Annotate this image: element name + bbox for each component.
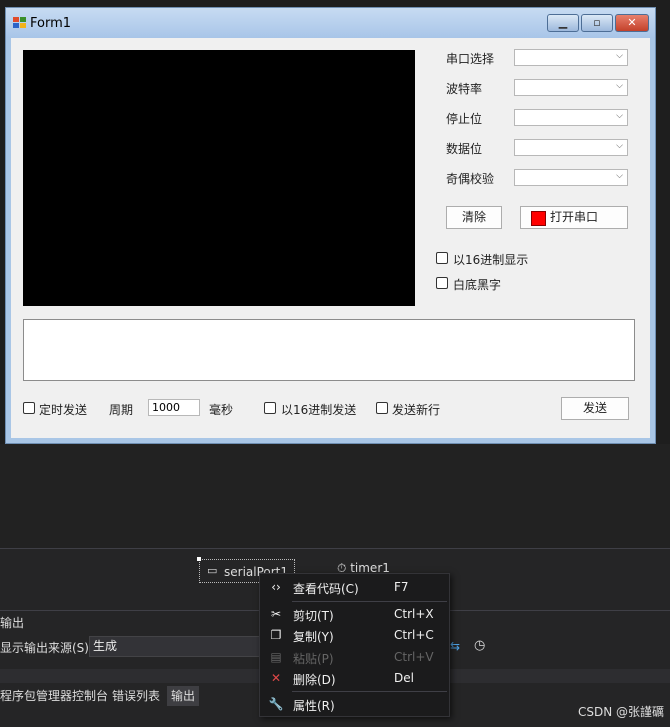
tab-output[interactable]: 输出: [167, 686, 200, 706]
open-port-button[interactable]: 打开串口: [520, 206, 628, 229]
send-textbox[interactable]: [23, 319, 635, 381]
serial-port-icon: ▭: [207, 564, 218, 577]
form-client-area: 串口选择 ⌵ 波特率 ⌵ 停止位 ⌵ 数据位 ⌵ 奇偶校验 ⌵ 清除 打开串口 …: [11, 38, 650, 438]
menu-separator: [292, 601, 447, 602]
menu-item-cut[interactable]: ✂ 剪切(T) Ctrl+X: [260, 604, 449, 625]
menu-item-properties[interactable]: 🔧 属性(R): [260, 694, 449, 715]
period-label: 周期: [109, 403, 134, 417]
close-button[interactable]: ✕: [615, 14, 649, 32]
menu-item-label: 复制(Y): [293, 630, 334, 644]
baud-rate-label: 波特率: [446, 82, 483, 96]
stop-bits-label: 停止位: [446, 112, 483, 126]
menu-item-shortcut: Ctrl+X: [394, 607, 434, 621]
parity-combo[interactable]: ⌵: [514, 169, 628, 186]
port-status-indicator: [531, 211, 546, 226]
white-bg-label: 白底黑字: [453, 278, 502, 292]
port-select-label: 串口选择: [446, 52, 495, 66]
menu-item-label: 查看代码(C): [293, 582, 359, 596]
delete-icon: ✕: [270, 671, 282, 685]
clock-icon[interactable]: ◷: [474, 638, 485, 653]
hex-send-checkbox[interactable]: [264, 402, 276, 414]
data-bits-combo[interactable]: ⌵: [514, 139, 628, 156]
copy-icon: ❐: [270, 628, 282, 642]
stop-bits-combo[interactable]: ⌵: [514, 109, 628, 126]
port-select-combo[interactable]: ⌵: [514, 49, 628, 66]
output-panel-title: 输出: [0, 616, 25, 630]
menu-item-paste: ▤ 粘贴(P) Ctrl+V: [260, 647, 449, 668]
form-window: Form1 ▁ ▫ ✕ 串口选择 ⌵ 波特率 ⌵ 停止位 ⌵ 数据位 ⌵ 奇偶校…: [5, 7, 656, 444]
title-bar[interactable]: Form1 ▁ ▫ ✕: [6, 8, 655, 38]
menu-item-label: 粘贴(P): [293, 652, 334, 666]
receive-display[interactable]: [23, 50, 415, 306]
maximize-icon: ▫: [593, 16, 601, 29]
menu-item-shortcut: Del: [394, 671, 414, 685]
menu-separator: [292, 691, 447, 692]
send-newline-checkbox[interactable]: [376, 402, 388, 414]
app-icon: [13, 17, 26, 28]
open-port-label: 打开串口: [550, 210, 599, 224]
ms-label: 毫秒: [209, 403, 234, 417]
paste-icon: ▤: [270, 650, 282, 664]
output-source-select[interactable]: 生成: [89, 636, 261, 657]
menu-item-label: 删除(D): [293, 673, 336, 687]
send-button[interactable]: 发送: [561, 397, 629, 420]
menu-item-shortcut: Ctrl+C: [394, 628, 434, 642]
chevron-down-icon: ⌵: [616, 51, 623, 61]
menu-item-label: 剪切(T): [293, 609, 334, 623]
chevron-down-icon: ⌵: [616, 81, 623, 91]
wrench-icon: 🔧: [268, 697, 284, 711]
menu-item-delete[interactable]: ✕ 删除(D) Del: [260, 668, 449, 689]
menu-item-shortcut: Ctrl+V: [394, 650, 434, 664]
parity-label: 奇偶校验: [446, 172, 495, 186]
context-menu: ‹› 查看代码(C) F7 ✂ 剪切(T) Ctrl+X ❐ 复制(Y) Ctr…: [259, 573, 450, 717]
output-source-label: 显示输出来源(S):: [0, 641, 94, 655]
toggle-wrap-icon[interactable]: ⇆: [450, 639, 460, 653]
code-icon: ‹›: [271, 580, 281, 594]
data-bits-label: 数据位: [446, 142, 483, 156]
menu-item-shortcut: F7: [394, 580, 409, 594]
menu-item-label: 属性(R): [293, 699, 335, 713]
selection-handle[interactable]: [197, 557, 201, 561]
tab-error-list[interactable]: 错误列表: [112, 686, 160, 706]
hex-display-label: 以16进制显示: [453, 253, 529, 267]
clear-button[interactable]: 清除: [446, 206, 502, 229]
close-icon: ✕: [627, 16, 637, 29]
period-input[interactable]: 1000: [148, 399, 200, 416]
designer-surface: [0, 444, 670, 548]
menu-item-copy[interactable]: ❐ 复制(Y) Ctrl+C: [260, 625, 449, 646]
hex-display-checkbox[interactable]: [436, 252, 448, 264]
watermark: CSDN @张謹礪: [578, 705, 665, 719]
chevron-down-icon: ⌵: [616, 111, 623, 121]
menu-item-view-code[interactable]: ‹› 查看代码(C) F7: [260, 577, 449, 598]
minimize-button[interactable]: ▁: [547, 14, 579, 32]
tab-package-manager-console[interactable]: 程序包管理器控制台: [0, 686, 108, 706]
chevron-down-icon: ⌵: [616, 171, 623, 181]
timed-send-label: 定时发送: [39, 403, 88, 417]
timed-send-checkbox[interactable]: [23, 402, 35, 414]
cut-icon: ✂: [270, 607, 282, 621]
baud-rate-combo[interactable]: ⌵: [514, 79, 628, 96]
hex-send-label: 以16进制发送: [281, 403, 357, 417]
chevron-down-icon: ⌵: [616, 141, 623, 151]
maximize-button[interactable]: ▫: [581, 14, 613, 32]
white-bg-checkbox[interactable]: [436, 277, 448, 289]
send-newline-label: 发送新行: [392, 403, 441, 417]
minimize-icon: ▁: [558, 16, 568, 29]
form-title: Form1: [30, 16, 72, 31]
